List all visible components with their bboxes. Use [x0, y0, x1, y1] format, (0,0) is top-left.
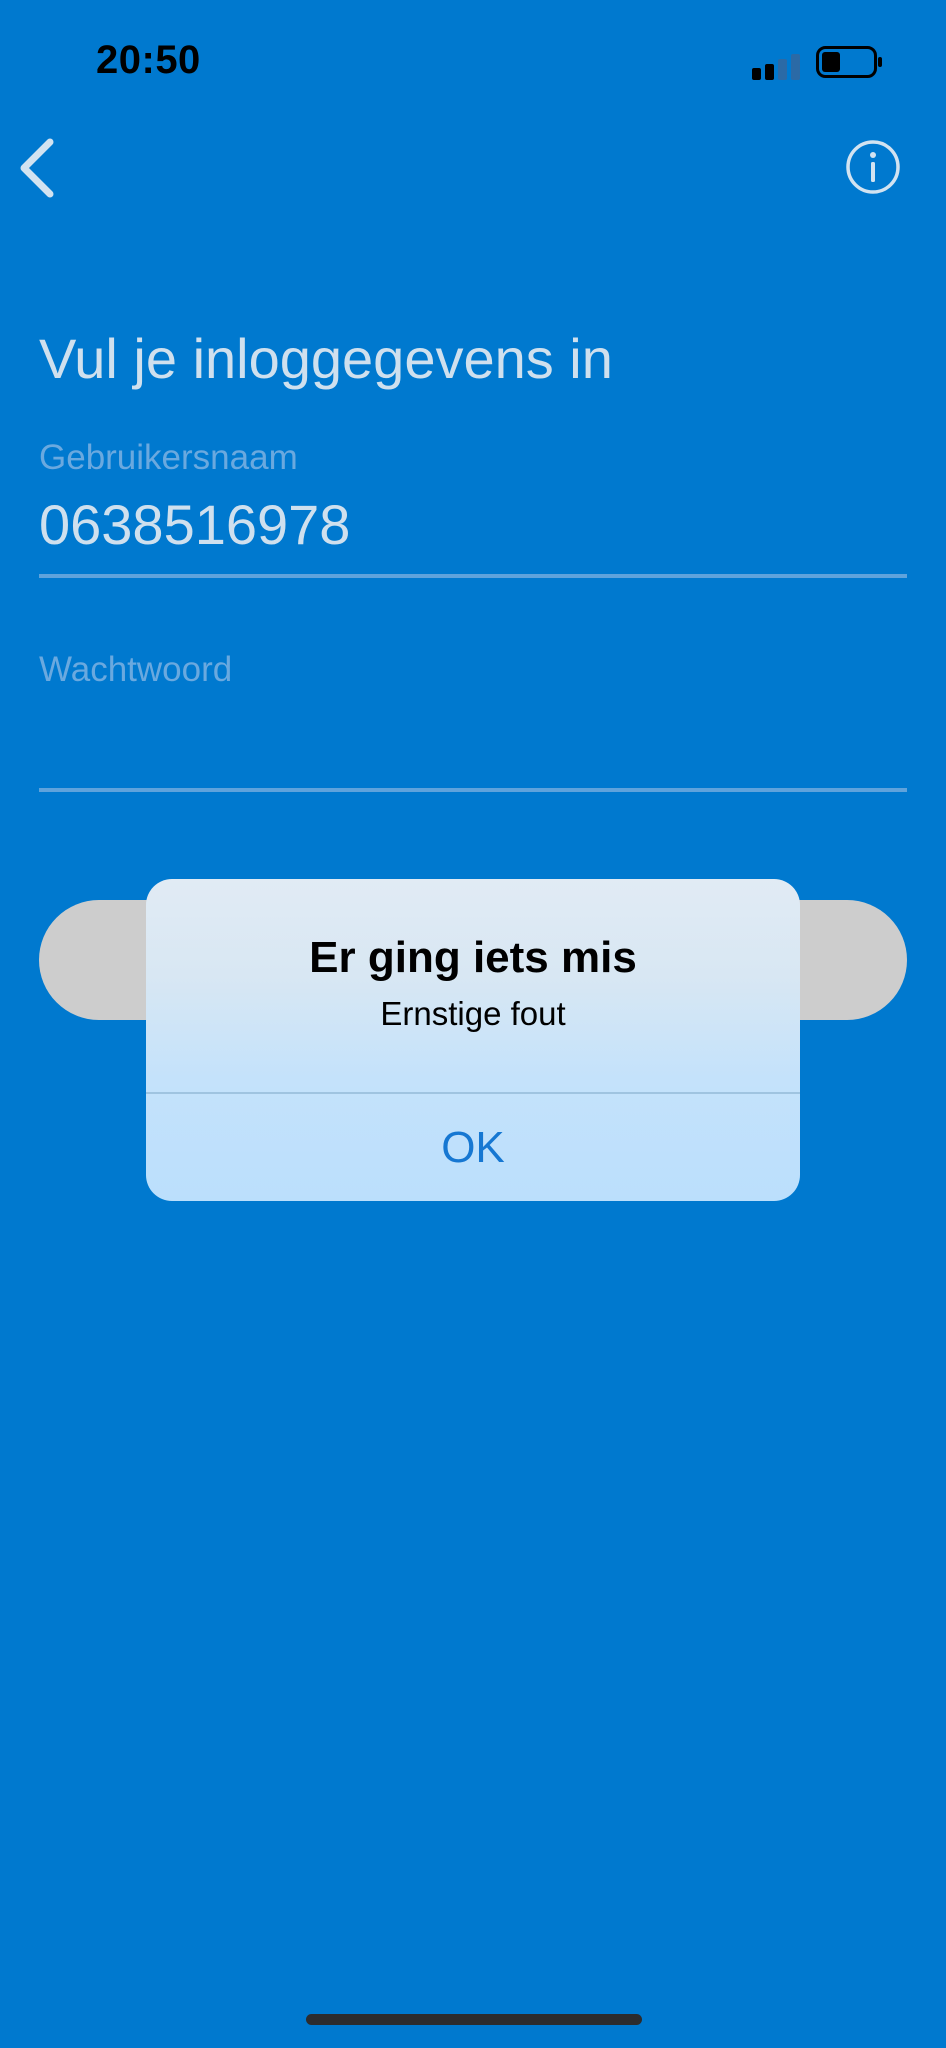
back-chevron-icon[interactable]	[12, 136, 68, 200]
page-title: Vul je inloggegevens in	[39, 327, 613, 390]
info-icon[interactable]	[844, 138, 902, 196]
cellular-signal-icon	[752, 54, 800, 80]
alert-message: Ernstige fout	[380, 995, 566, 1032]
password-field[interactable]	[39, 700, 899, 776]
password-label: Wachtwoord	[39, 650, 233, 689]
battery-icon	[816, 46, 882, 78]
username-field[interactable]: 0638516978	[39, 492, 899, 562]
status-time: 20:50	[96, 38, 201, 82]
error-alert-dialog: Er ging iets mis Ernstige fout OK	[146, 879, 800, 1201]
login-screen: 20:50 Vul je inloggegevens in Gebruikers…	[0, 0, 946, 2048]
username-label: Gebruikersnaam	[39, 438, 298, 477]
password-underline	[39, 788, 907, 792]
home-indicator[interactable]	[306, 2014, 642, 2025]
alert-ok-button[interactable]: OK	[146, 1094, 800, 1201]
username-underline	[39, 574, 907, 578]
alert-title: Er ging iets mis	[309, 933, 637, 982]
